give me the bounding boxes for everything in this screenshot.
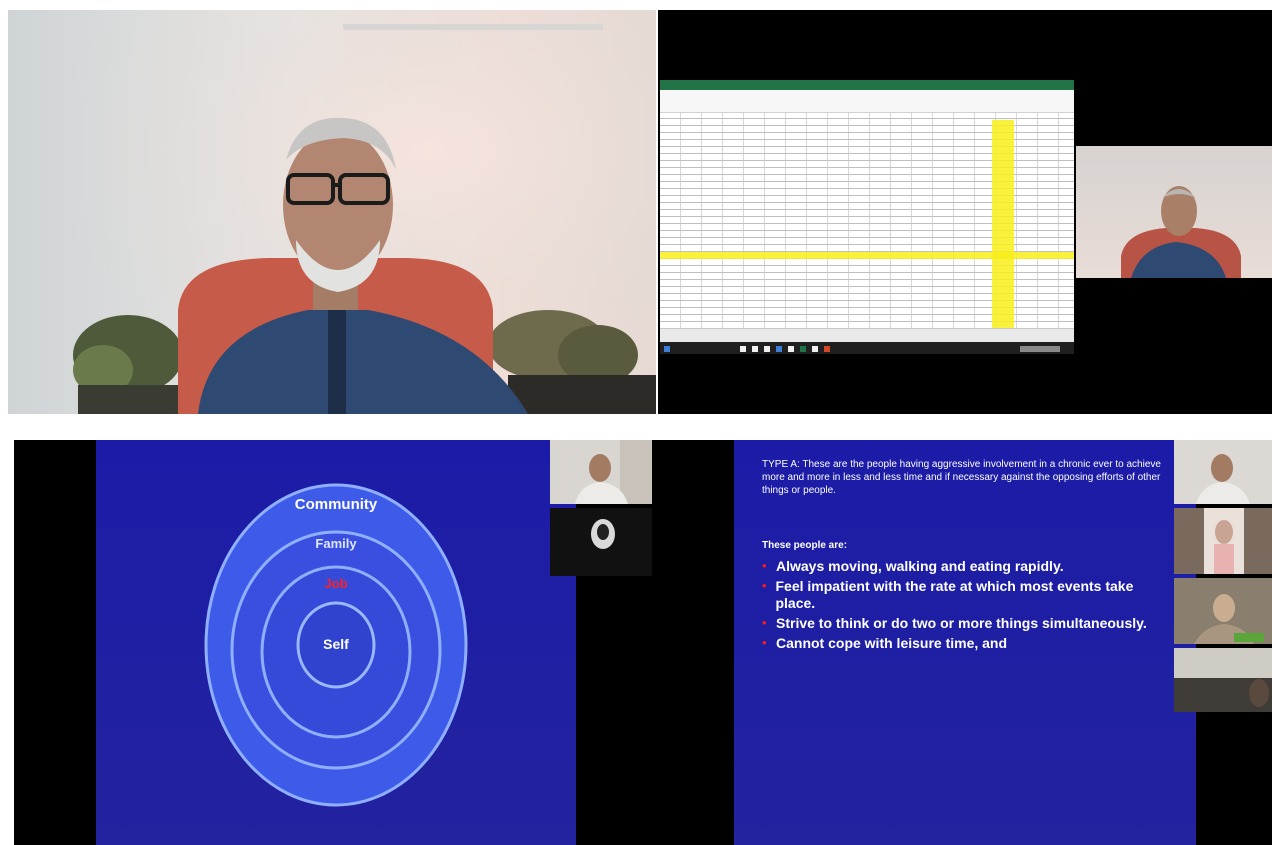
participant-2-video bbox=[591, 519, 615, 549]
video-tile-speaker[interactable] bbox=[8, 10, 656, 414]
slide-circles: Community Family Job Self bbox=[96, 440, 576, 845]
highlight-row bbox=[660, 252, 1074, 259]
type-a-paragraph: TYPE A: These are the people having aggr… bbox=[762, 459, 1161, 496]
participant-d-video bbox=[1174, 678, 1272, 712]
excel-ribbon bbox=[660, 90, 1074, 113]
ring-label-self: Self bbox=[323, 636, 349, 652]
list-item: • Feel impatient with the rate at which … bbox=[762, 578, 1134, 611]
participant-1-video bbox=[575, 440, 652, 504]
list-item: • Cannot cope with leisure time, and bbox=[762, 635, 1008, 651]
participant-b-video bbox=[1204, 508, 1244, 574]
presenter-thumbnail[interactable] bbox=[1076, 146, 1272, 278]
bullet-list: • Always moving, walking and eating rapi… bbox=[762, 558, 1162, 655]
taskbar-icons bbox=[664, 346, 1060, 352]
bullet-icon: • bbox=[762, 578, 767, 593]
video-tile-slide-circles[interactable]: Community Family Job Self bbox=[14, 440, 656, 845]
ring-label-community: Community bbox=[294, 496, 378, 513]
bullet-icon: • bbox=[762, 615, 767, 630]
bullet-icon: • bbox=[762, 635, 767, 650]
list-item: • Strive to think or do two or more thin… bbox=[762, 615, 1147, 631]
video-tile-screen-share[interactable] bbox=[658, 10, 1272, 414]
participant-thumbnail-1[interactable] bbox=[550, 440, 652, 504]
participant-thumbnail-a[interactable] bbox=[1174, 440, 1272, 504]
speaker-video-frame bbox=[8, 10, 656, 414]
participant-thumbnail-c[interactable] bbox=[1174, 578, 1272, 644]
people-intro: These people are: bbox=[762, 540, 848, 551]
video-tile-slide-type-a[interactable]: TYPE A: These are the people having aggr… bbox=[656, 440, 1272, 845]
participant-thumbnail-2[interactable] bbox=[550, 508, 652, 576]
list-item: • Always moving, walking and eating rapi… bbox=[762, 558, 1064, 574]
participant-thumbnail-d[interactable] bbox=[1174, 648, 1272, 712]
participant-c-video bbox=[1194, 594, 1264, 644]
participant-a-video bbox=[1196, 454, 1250, 504]
windows-taskbar[interactable] bbox=[660, 342, 1074, 354]
ring-label-family: Family bbox=[315, 536, 357, 551]
presenter-thumbnail-video bbox=[1121, 186, 1241, 278]
excel-title-bar bbox=[660, 80, 1074, 90]
plant-left bbox=[73, 315, 188, 414]
participant-thumbnail-b[interactable] bbox=[1174, 508, 1272, 574]
slide-type-a: TYPE A: These are the people having aggr… bbox=[734, 440, 1196, 845]
highlight-column bbox=[992, 120, 1014, 328]
excel-sheet-tabs[interactable] bbox=[660, 328, 1074, 343]
ring-label-job: Job bbox=[324, 576, 348, 591]
bullet-icon: • bbox=[762, 558, 767, 573]
excel-window[interactable] bbox=[660, 80, 1074, 343]
